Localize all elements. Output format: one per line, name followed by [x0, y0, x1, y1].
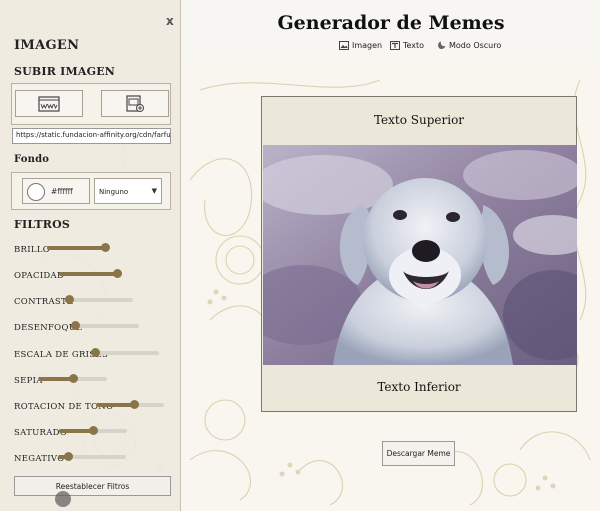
- meme-top-text: Texto Superior: [373, 113, 465, 127]
- background-color-picker[interactable]: #ffffff: [22, 178, 90, 204]
- image-icon: [339, 41, 349, 50]
- file-upload-icon: [126, 94, 144, 112]
- filter-label: NEGATIVO: [14, 454, 65, 464]
- nav-dark-mode[interactable]: Modo Oscuro: [436, 41, 501, 50]
- filter-label: OPACIDAD: [14, 271, 65, 281]
- nav-text[interactable]: Texto: [390, 41, 424, 50]
- blend-mode-value: Ninguno: [99, 188, 129, 196]
- hue-rotate-slider[interactable]: [96, 400, 164, 409]
- upload-section-title: SUBIR IMAGEN: [14, 65, 116, 78]
- nav-image-label: Imagen: [352, 41, 383, 50]
- sepia-slider[interactable]: [39, 374, 107, 383]
- color-swatch: [27, 183, 45, 201]
- file-upload-button[interactable]: [101, 90, 169, 117]
- color-value: #ffffff: [51, 187, 73, 196]
- chevron-down-icon: ▼: [151, 187, 157, 195]
- dog-photo: [263, 145, 577, 365]
- url-upload-button[interactable]: [15, 90, 83, 117]
- background-label: Fondo: [14, 154, 50, 165]
- meme-image: [263, 145, 577, 365]
- meme-card: Texto Superior Texto Inferior: [261, 96, 577, 412]
- upload-box: [11, 83, 171, 125]
- nav-image[interactable]: Imagen: [339, 41, 382, 50]
- filter-label: BRILLO: [14, 245, 51, 255]
- mouse-cursor-indicator: [55, 491, 71, 507]
- opacity-slider[interactable]: [59, 269, 122, 278]
- text-icon: [390, 41, 400, 50]
- dark-mode-icon: [438, 41, 446, 50]
- image-url-input[interactable]: https://static.fundacion-affinity.org/cd…: [12, 128, 171, 144]
- invert-slider[interactable]: [58, 452, 126, 461]
- saturate-slider[interactable]: [59, 426, 127, 435]
- reset-filters-button[interactable]: Reestablecer Filtros: [14, 476, 171, 496]
- blur-slider[interactable]: [71, 321, 139, 330]
- nav-dark-mode-label: Modo Oscuro: [449, 41, 502, 50]
- brightness-slider[interactable]: [47, 243, 110, 252]
- grayscale-slider[interactable]: [91, 348, 159, 357]
- page-title: Generador de Memes: [277, 12, 505, 34]
- nav-text-label: Texto: [403, 41, 425, 50]
- blend-mode-select[interactable]: Ninguno ▼: [94, 178, 162, 204]
- url-upload-icon: [38, 95, 60, 112]
- close-sidebar-button[interactable]: x: [166, 14, 174, 28]
- contrast-slider[interactable]: [65, 295, 133, 304]
- filters-title: FILTROS: [14, 218, 71, 231]
- download-meme-button[interactable]: Descargar Meme: [382, 441, 455, 466]
- sidebar-title: IMAGEN: [14, 38, 80, 53]
- meme-bottom-text: Texto Inferior: [377, 380, 461, 394]
- app-header: Generador de Memes Imagen Texto Modo Osc…: [182, 0, 600, 60]
- sidebar-panel: x IMAGEN SUBIR IMAGEN https://static.fun…: [0, 0, 181, 511]
